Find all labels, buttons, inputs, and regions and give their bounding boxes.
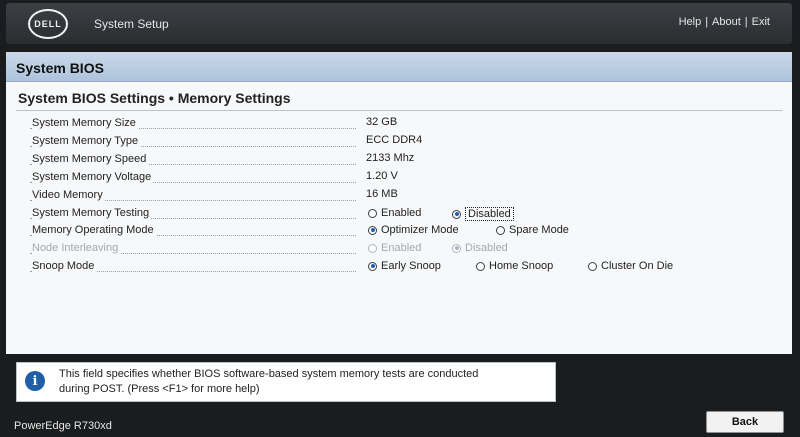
setting-label: System Memory Speed [32, 153, 149, 165]
exit-link[interactable]: Exit [752, 16, 770, 28]
radio-node-interleaving-disabled: Disabled [452, 242, 508, 254]
setting-label: System Memory Voltage [32, 171, 154, 183]
settings-panel: System BIOS System BIOS Settings • Memor… [6, 52, 792, 354]
setting-row-memory-voltage: System Memory Voltage 1.20 V [30, 170, 780, 186]
setting-row-memory-testing: System Memory Testing Enabled Disabled [30, 206, 780, 222]
radio-unchecked-icon [476, 261, 485, 271]
about-link[interactable]: About [712, 16, 741, 28]
setting-row-snoop-mode: Snoop Mode Early Snoop Home Snoop Cluste… [30, 259, 780, 275]
setting-value: 1.20 V [366, 170, 398, 182]
radio-label: Enabled [381, 207, 422, 219]
back-button[interactable]: Back [706, 411, 784, 433]
top-links: Help | About | Exit [679, 16, 770, 28]
radio-early-snoop[interactable]: Early Snoop [368, 260, 441, 272]
setting-value: 16 MB [366, 188, 398, 200]
radio-unchecked-icon [368, 243, 377, 253]
radio-unchecked-icon [496, 225, 505, 235]
radio-unchecked-icon [368, 208, 377, 218]
radio-cluster-on-die[interactable]: Cluster On Die [588, 260, 673, 272]
radio-label: Home Snoop [489, 260, 554, 272]
setting-value: 2133 Mhz [366, 152, 415, 164]
setting-label: System Memory Size [32, 117, 138, 129]
setting-row-node-interleaving: Node Interleaving Enabled Disabled [30, 241, 780, 257]
setting-value: 32 GB [366, 116, 398, 128]
radio-memory-testing-disabled[interactable]: Disabled [452, 207, 514, 221]
panel-title: System BIOS [6, 52, 792, 82]
help-line-2: during POST. (Press <F1> for more help) [59, 383, 260, 395]
help-line-1: This field specifies whether BIOS softwa… [59, 368, 479, 380]
radio-checked-icon [368, 225, 377, 235]
link-separator: | [705, 16, 709, 28]
section-title: System BIOS Settings • Memory Settings [18, 90, 291, 106]
radio-label: Early Snoop [381, 260, 441, 272]
setting-row-operating-mode: Memory Operating Mode Optimizer Mode Spa… [30, 223, 780, 239]
section-divider [16, 110, 782, 111]
setting-label: Video Memory [32, 189, 105, 201]
app-title: System Setup [94, 17, 169, 31]
help-link[interactable]: Help [679, 16, 702, 28]
setting-row-memory-size: System Memory Size 32 GB [30, 116, 780, 132]
radio-checked-icon [452, 209, 461, 219]
radio-checked-icon [452, 243, 461, 253]
setting-row-video-memory: Video Memory 16 MB [30, 188, 780, 204]
setting-label: System Memory Testing [32, 207, 152, 219]
radio-label: Cluster On Die [601, 260, 674, 272]
radio-checked-icon [368, 261, 377, 271]
dell-logo: DELL [28, 9, 68, 39]
radio-label: Spare Mode [509, 224, 569, 236]
help-text: This field specifies whether BIOS softwa… [59, 367, 549, 397]
link-separator: | [744, 16, 748, 28]
radio-optimizer-mode[interactable]: Optimizer Mode [368, 224, 459, 236]
radio-node-interleaving-enabled: Enabled [368, 242, 421, 254]
setting-row-memory-speed: System Memory Speed 2133 Mhz [30, 152, 780, 168]
help-box: i This field specifies whether BIOS soft… [16, 362, 556, 402]
setting-row-memory-type: System Memory Type ECC DDR4 [30, 134, 780, 150]
setting-value: ECC DDR4 [366, 134, 423, 146]
radio-spare-mode[interactable]: Spare Mode [496, 224, 569, 236]
setting-label: Snoop Mode [32, 260, 97, 272]
radio-home-snoop[interactable]: Home Snoop [476, 260, 553, 272]
setting-label: Memory Operating Mode [32, 224, 156, 236]
radio-label: Disabled [465, 207, 514, 221]
setting-label: System Memory Type [32, 135, 141, 147]
radio-label: Optimizer Mode [381, 224, 459, 236]
setting-label: Node Interleaving [32, 242, 121, 254]
radio-unchecked-icon [588, 261, 597, 271]
top-bar: DELL System Setup Help | About | Exit [6, 3, 792, 44]
radio-label: Enabled [381, 242, 422, 254]
system-model: PowerEdge R730xd [14, 420, 112, 432]
info-icon: i [25, 371, 45, 391]
radio-label: Disabled [465, 242, 508, 254]
radio-memory-testing-enabled[interactable]: Enabled [368, 207, 421, 219]
